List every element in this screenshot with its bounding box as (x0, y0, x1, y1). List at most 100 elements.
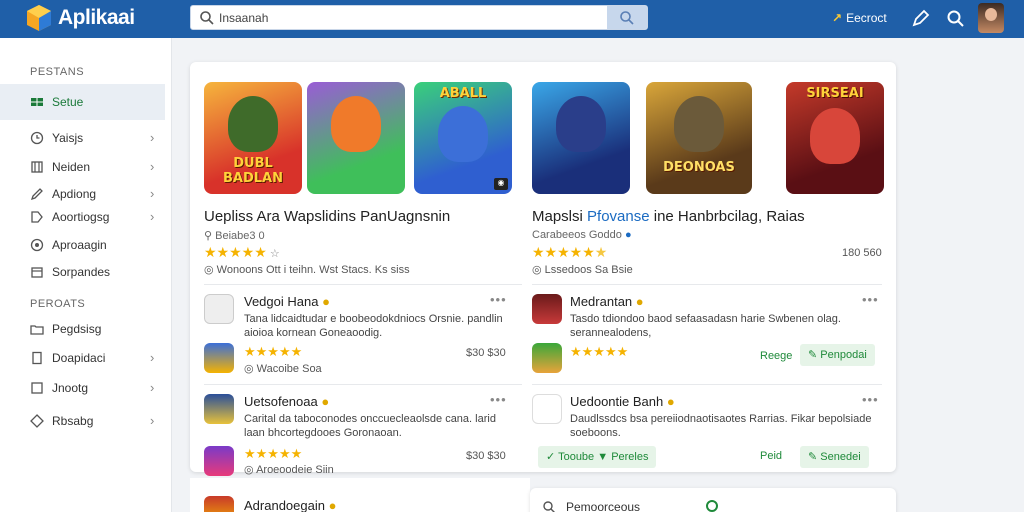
app-subtitle: ⚲ Beiabe3 0 (204, 229, 265, 242)
badge-icon: ● (321, 394, 330, 409)
chevron-right-icon: › (150, 186, 155, 201)
app-logo-icon[interactable] (26, 3, 52, 33)
install-button[interactable]: ✓ Tooube ▼ Pereles (538, 446, 657, 468)
rating-stars: ★★★★★ ☆ (204, 244, 280, 260)
app-icon[interactable] (532, 343, 562, 373)
tag-icon (30, 414, 44, 428)
app-thumbnail[interactable]: DEONOAS (646, 82, 752, 194)
sidebar-item-pegdsisg[interactable]: Pegdsisg (0, 317, 165, 341)
app-subtitle-text: Beiabe3 0 (215, 230, 265, 242)
app-meta: ◎ Lssedoos Sa Bsie (532, 263, 633, 276)
list-continuation: Adrandoegain ● (190, 478, 530, 512)
circle-icon (30, 238, 44, 252)
install-button[interactable]: ✎ Penpodai (800, 344, 875, 366)
reviewer-name[interactable]: Vedgoi Hana ● (244, 294, 330, 309)
more-options-icon[interactable]: ••• (490, 392, 507, 407)
brand-name[interactable]: Aplikaai (58, 6, 135, 30)
app-title[interactable]: Uepliss Ara Wapslidins PanUagnsnin (204, 208, 450, 225)
search-icon[interactable] (946, 9, 966, 29)
app-meta-text: Wonoons Ott i teihn. Wst Stacs. Ks siss (216, 264, 410, 276)
avatar[interactable] (532, 394, 562, 424)
character-figure (674, 96, 724, 152)
divider (204, 384, 522, 385)
arrow-down-icon: ▼ (597, 451, 612, 463)
tag-icon (31, 211, 43, 223)
app-meta-text: Wacoibe Soa (256, 363, 322, 375)
search-icon (200, 11, 214, 25)
avatar[interactable] (532, 294, 562, 324)
square-icon (31, 382, 43, 394)
building-icon (31, 161, 43, 173)
app-title[interactable]: Mapslsi Pfovanse ine Hanbrbcilag, Raias (532, 208, 805, 225)
bottom-card[interactable]: Pemoorceous (530, 488, 896, 512)
app-price: 180 560 (842, 247, 882, 259)
app-thumbnail[interactable] (532, 82, 630, 194)
sidebar-item-aoortiogsg[interactable]: Aoortiogsg › (0, 205, 165, 229)
more-options-icon[interactable]: ••• (490, 292, 507, 307)
bottom-card-label: Pemoorceous (566, 500, 641, 512)
sidebar-item-setue[interactable]: Setue (0, 84, 165, 120)
avatar[interactable] (204, 294, 234, 324)
character-figure (331, 96, 381, 152)
thumbnail-title: DUBL BADLAN (223, 156, 283, 186)
more-options-icon[interactable]: ••• (862, 292, 879, 307)
chevron-right-icon: › (150, 130, 155, 145)
app-thumbnail[interactable] (307, 82, 405, 194)
search-button[interactable] (607, 6, 647, 29)
sidebar-item-neiden[interactable]: Neiden › (0, 155, 165, 179)
pencil-icon (30, 188, 43, 201)
sidebar-item-label: Aoortiogsg (52, 210, 110, 224)
reviewer-name[interactable]: Adrandoegain ● (244, 498, 336, 512)
reviewer-name-text: Uedoontie Banh (570, 394, 664, 409)
reviewer-name[interactable]: Uedoontie Banh ● (570, 394, 675, 409)
reviewer-name[interactable]: Medrantan ● (570, 294, 644, 309)
discover-link[interactable]: ↗ Eecroct (832, 11, 887, 25)
app-meta: ◎ Wonoons Ott i teihn. Wst Stacs. Ks sis… (204, 263, 410, 276)
badge-icon: ● (322, 294, 330, 309)
search-input[interactable] (219, 9, 599, 27)
sidebar-item-aproaagin[interactable]: Aproaagin (0, 233, 165, 257)
thumbnail-title: SIRSEAI (806, 86, 864, 101)
rating-stars: ★★★★★ (570, 344, 629, 359)
discover-label: Eecroct (846, 11, 887, 25)
avatar[interactable] (204, 496, 234, 512)
divider (532, 284, 882, 285)
install-button-label: Pereles (611, 451, 649, 463)
sidebar-item-label: Rbsabg (52, 414, 94, 428)
reviewer-name-text: Uetsofenoaa (244, 394, 318, 409)
pen-icon[interactable] (910, 9, 930, 29)
sidebar-item-sorpandes[interactable]: Sorpandes (0, 260, 165, 284)
sidebar-item-label: Pegdsisg (52, 322, 102, 336)
search-bar[interactable] (190, 5, 648, 30)
install-button-label: Penpodai (820, 349, 867, 361)
more-options-icon[interactable]: ••• (862, 392, 879, 407)
reviewer-name-text: Medrantan (570, 294, 633, 309)
avatar[interactable] (204, 394, 234, 424)
install-button[interactable]: ✎ Senedei (800, 446, 869, 468)
rating-stars: ★★★★★★ (532, 244, 608, 260)
user-avatar[interactable] (978, 3, 1004, 33)
action-link[interactable]: Reege (760, 350, 792, 362)
info-icon: ◎ (244, 363, 257, 375)
sidebar-section-heading: PEROATS (30, 298, 86, 310)
divider (204, 284, 522, 285)
app-thumbnail[interactable]: SIRSEAI (786, 82, 884, 194)
sidebar-item-doapidaci[interactable]: Doapidaci › (0, 346, 165, 370)
sidebar-item-yaisjs[interactable]: Yaisjs › (0, 126, 165, 150)
install-button-label: Senedei (820, 451, 861, 463)
action-link[interactable]: Peid (760, 450, 782, 462)
app-icon[interactable] (204, 446, 234, 476)
clock-icon (30, 131, 44, 145)
sidebar: PESTANS Setue Yaisjs › Neiden › Apdiong … (0, 38, 172, 512)
app-thumbnail[interactable]: ABALL ◉ (414, 82, 512, 194)
sidebar-item-rbsabg[interactable]: Rbsabg › (0, 409, 165, 433)
info-icon: ◎ (204, 264, 217, 276)
info-icon: ◎ (532, 264, 545, 276)
chevron-right-icon: › (150, 209, 155, 224)
app-icon[interactable] (204, 343, 234, 373)
sidebar-item-jnootg[interactable]: Jnootg › (0, 376, 165, 400)
install-button-label: Tooube (558, 451, 595, 463)
app-thumbnail[interactable]: DUBL BADLAN (204, 82, 302, 194)
sidebar-item-apdiong[interactable]: Apdiong › (0, 182, 165, 206)
reviewer-name[interactable]: Uetsofenoaa ● (244, 394, 329, 409)
